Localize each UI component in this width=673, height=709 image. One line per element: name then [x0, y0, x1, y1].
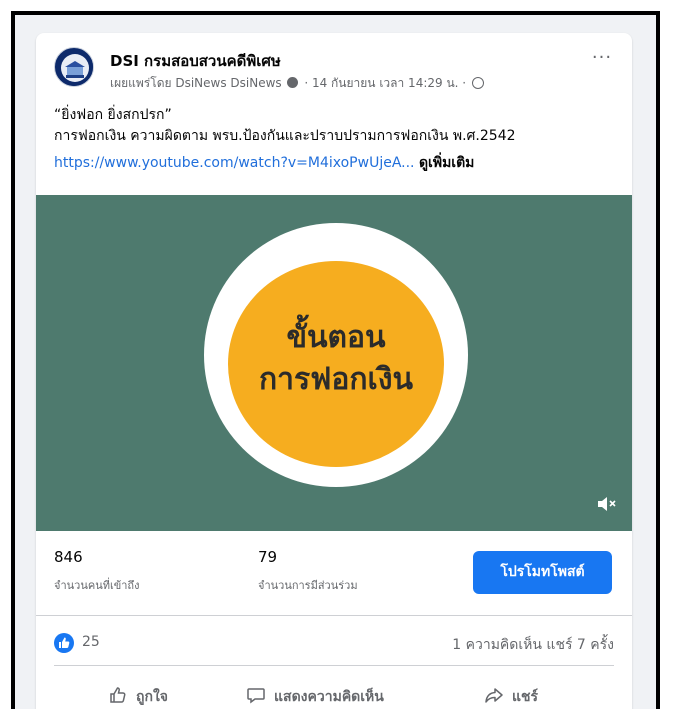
like-button[interactable]: ถูกใจ [108, 679, 168, 709]
comment-label: แสดงความคิดเห็น [274, 689, 384, 705]
engagement-count: 79 [258, 548, 278, 566]
reach-label: จำนวนคนที่เข้าถึง [54, 579, 140, 592]
post-datetime[interactable]: · 14 กันยายน เวลา 14:29 น. · [304, 76, 466, 90]
like-label: ถูกใจ [136, 689, 168, 705]
youtube-link[interactable]: https://www.youtube.com/watch?v=M4ixoPwU… [54, 155, 415, 171]
more-icon[interactable]: ··· [588, 49, 616, 71]
action-bar: ถูกใจ แสดงความคิดเห็น แชร์ [36, 673, 632, 709]
engagement-label: จำนวนการมีส่วนร่วม [258, 579, 358, 592]
publisher-label[interactable]: เผยแพร่โดย DsiNews DsiNews [110, 76, 282, 90]
reach-count: 846 [54, 548, 83, 566]
post-text: “ยิ่งฟอก ยิ่งสกปรก” การฟอกเงิน ความผิดตา… [54, 105, 619, 174]
divider [54, 665, 614, 666]
video-title: ขั้นตอน การฟอกเงิน [228, 317, 444, 401]
share-label: แชร์ [512, 689, 539, 705]
comment-button[interactable]: แสดงความคิดเห็น [246, 679, 384, 709]
share-icon [485, 688, 503, 703]
video-title-line: การฟอกเงิน [259, 362, 413, 397]
like-reaction-icon[interactable] [54, 633, 74, 653]
screenshot-frame: DSI กรมสอบสวนคดีพิเศษ เผยแพร่โดย DsiNews… [11, 11, 660, 709]
divider [36, 615, 632, 616]
share-button[interactable]: แชร์ [484, 679, 538, 709]
page-avatar[interactable] [54, 47, 94, 87]
post-text-line: “ยิ่งฟอก ยิ่งสกปรก” [54, 107, 172, 123]
like-count[interactable]: 25 [82, 634, 100, 650]
comments-shares-count[interactable]: 1 ความคิดเห็น แชร์ 7 ครั้ง [452, 634, 614, 656]
video-player[interactable]: ขั้นตอน การฟอกเงิน [36, 195, 632, 531]
comment-icon [247, 688, 265, 704]
mute-icon[interactable] [596, 495, 618, 513]
info-icon[interactable] [287, 77, 299, 88]
page-name[interactable]: DSI กรมสอบสวนคดีพิเศษ [110, 49, 281, 73]
post-text-line: การฟอกเงิน ความผิดตาม พรบ.ป้องกันและปราบ… [54, 128, 516, 144]
post-meta: เผยแพร่โดย DsiNews DsiNews · 14 กันยายน … [110, 74, 484, 93]
see-more-link[interactable]: ดูเพิ่มเติม [419, 155, 474, 171]
post-card: DSI กรมสอบสวนคดีพิเศษ เผยแพร่โดย DsiNews… [36, 33, 632, 709]
thumbs-up-icon [110, 687, 126, 703]
globe-icon [471, 77, 484, 89]
promote-post-button[interactable]: โปรโมทโพสต์ [473, 551, 612, 594]
reactions-row: 25 1 ความคิดเห็น แชร์ 7 ครั้ง [36, 623, 632, 663]
video-title-line: ขั้นตอน [286, 320, 386, 355]
post-header: DSI กรมสอบสวนคดีพิเศษ เผยแพร่โดย DsiNews… [36, 33, 632, 103]
